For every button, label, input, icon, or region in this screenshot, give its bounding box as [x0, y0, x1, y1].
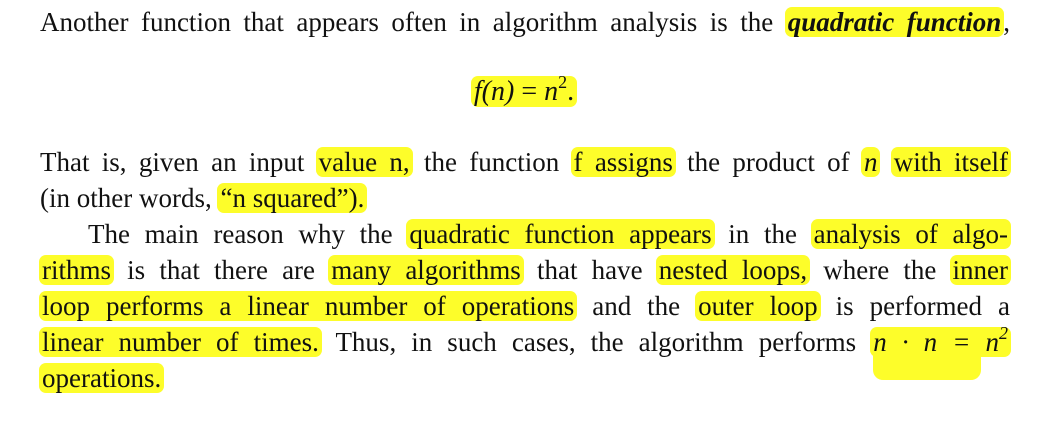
highlight-nested-loops: nested loops, [655, 255, 811, 285]
text-segment: the function [423, 147, 560, 177]
equation-lhs: f(n) [473, 76, 515, 107]
document-page: Another function that appears often in a… [0, 0, 1048, 432]
highlight-quadratic-function-appears: quadratic function appears [406, 219, 715, 249]
highlight-n: n [860, 147, 881, 177]
math-n-dot-n: n · n = n [873, 327, 999, 357]
paragraph-line-3: The main reason why the quadratic functi… [40, 216, 1011, 252]
equation-display: f(n) = n2. [0, 72, 1048, 112]
equation-highlight: f(n) = n2. [470, 73, 578, 107]
highlight-loop-performs-linear: loop performs a linear number of operati… [39, 291, 578, 321]
highlight-n-dot-n: n · n = n2 [870, 324, 1011, 357]
text-segment: that have [536, 255, 643, 285]
paragraph-line-4: rithms is that there are many algorithms… [39, 252, 1012, 288]
paragraph-line-7: operations. [39, 360, 1010, 396]
paragraph-line-2: (in other words, “n squared”). [40, 180, 1010, 216]
highlight-with-itself: with itself [890, 147, 1012, 177]
math-exponent: 2 [998, 323, 1008, 343]
equation-base: n [544, 76, 559, 107]
highlight-rithms: rithms [39, 255, 115, 285]
equation-exponent: 2 [558, 72, 568, 92]
text-segment: and the [592, 291, 681, 321]
highlight-value-n: value n, [315, 147, 413, 177]
text-segment: That is, given an input [40, 147, 305, 177]
equation-equals: = [514, 76, 545, 107]
text-segment: is that there are [127, 255, 316, 285]
highlight-n-squared: “n squared”). [217, 183, 368, 213]
paragraph-line-6: linear number of times. Thus, in such ca… [39, 324, 1011, 360]
highlight-many-algorithms: many algorithms [328, 255, 524, 285]
highlight-operations: operations. [39, 363, 165, 393]
text-segment: is performed a [835, 291, 1011, 321]
text-segment: (in other words, [40, 183, 212, 213]
text-segment: in the [728, 219, 797, 249]
highlight-outer-loop: outer loop [695, 291, 821, 321]
paragraph-line-1: That is, given an input value n, the fun… [40, 144, 1012, 180]
text-segment: Thus, in such cases, the algorithm perfo… [335, 327, 857, 357]
highlight-inner: inner [949, 255, 1012, 285]
highlight-quadratic-function-term: quadratic function [784, 7, 1005, 37]
intro-text: Another function that appears often in a… [40, 7, 774, 37]
text-segment: the product of [687, 147, 850, 177]
highlight-analysis-of-algorithms: analysis of algo- [810, 219, 1011, 249]
highlight-f-assigns: f assigns [570, 147, 676, 177]
text-segment: The main reason why the [88, 219, 393, 249]
paragraph-line-5: loop performs a linear number of operati… [39, 288, 1011, 324]
text-segment: where the [823, 255, 937, 285]
intro-comma: , [1003, 7, 1010, 37]
highlight-linear-number-of-times: linear number of times. [39, 327, 322, 357]
paragraph-intro-line: Another function that appears often in a… [40, 4, 1010, 40]
equation-period: . [567, 76, 575, 107]
